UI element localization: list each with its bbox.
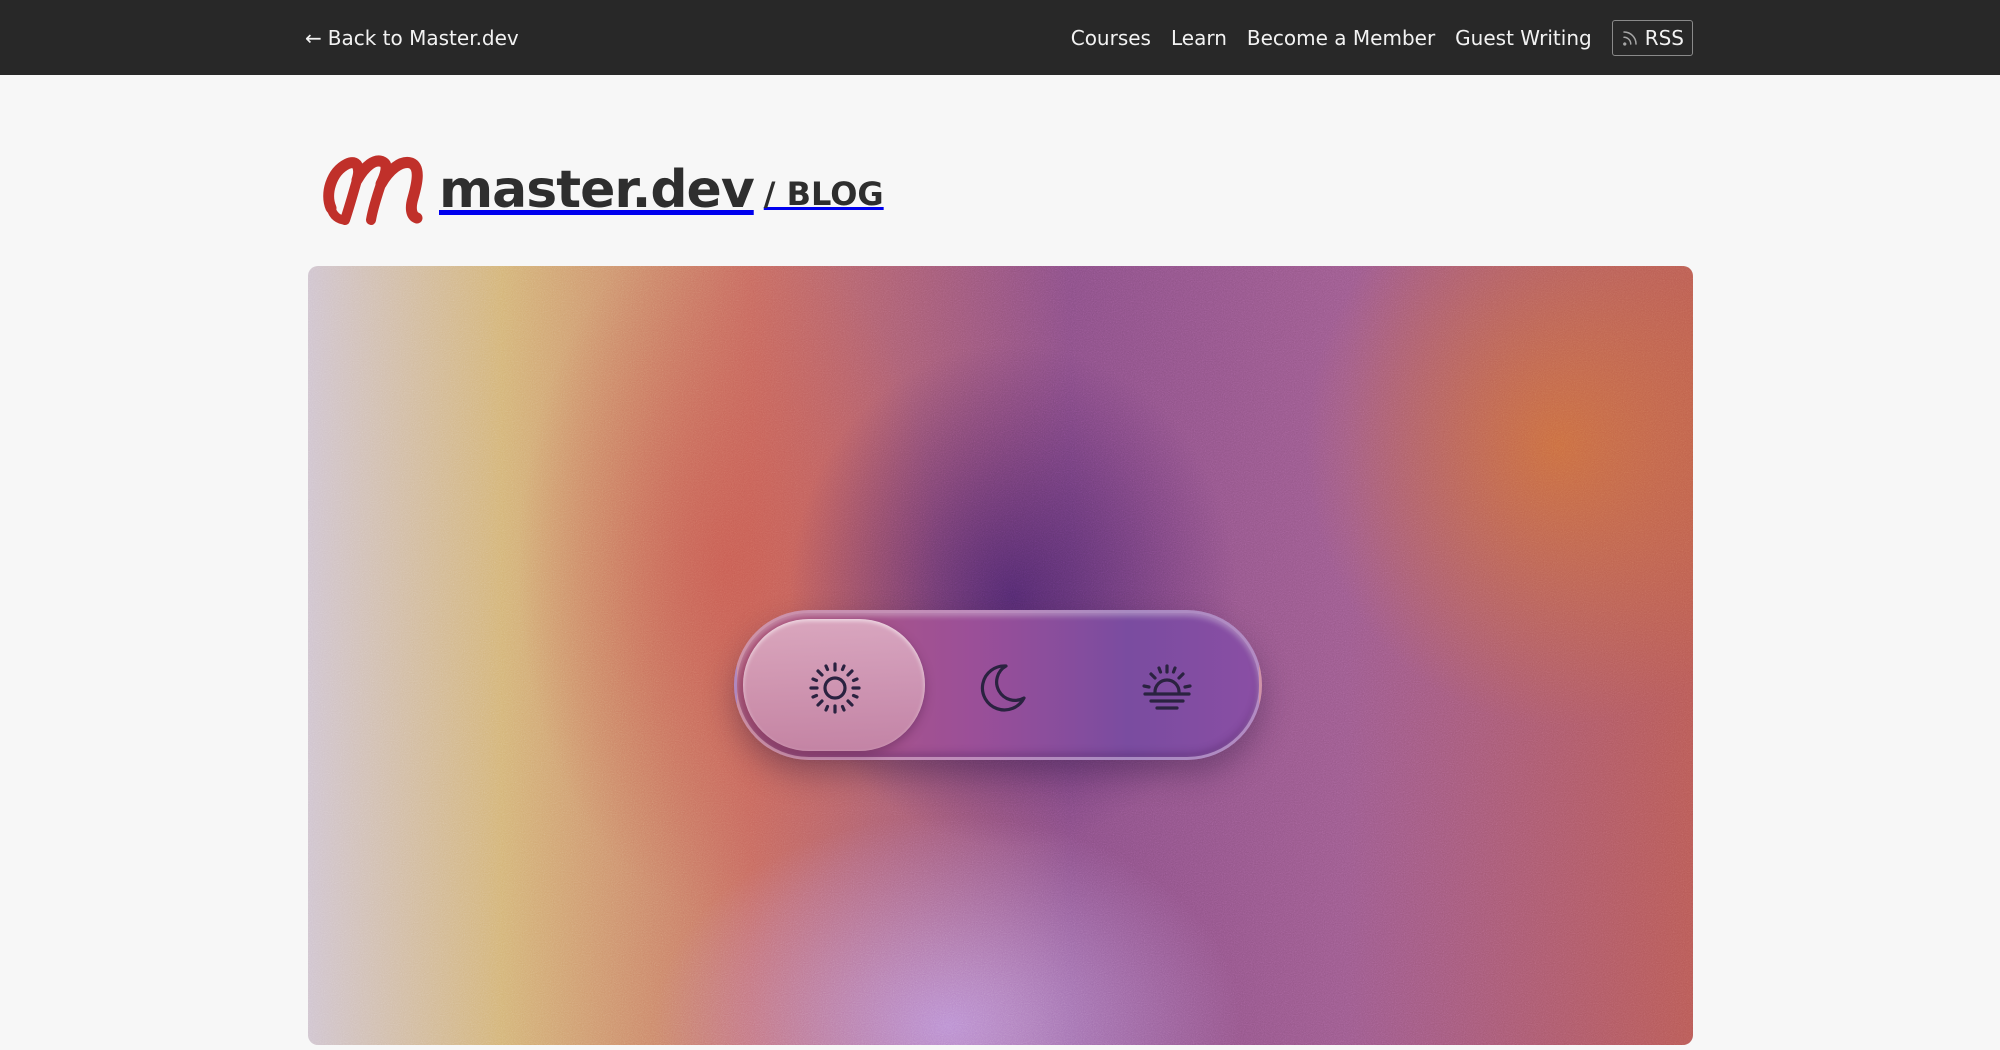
rss-icon (1622, 30, 1637, 46)
nav-courses-link[interactable]: Courses (1071, 26, 1151, 50)
nav-become-member-link[interactable]: Become a Member (1247, 26, 1435, 50)
brand-section: / BLOG (763, 175, 884, 213)
master-dev-logo-icon (323, 155, 423, 225)
back-link-label: Back to Master.dev (327, 25, 519, 50)
top-navigation-bar: ← Back to Master.dev Courses Learn Becom… (0, 0, 2000, 75)
nav-learn-link[interactable]: Learn (1171, 26, 1227, 50)
back-to-master-link[interactable]: ← Back to Master.dev (305, 0, 519, 75)
sun-icon (809, 662, 861, 714)
main-nav: Courses Learn Become a Member Guest Writ… (1071, 0, 1693, 75)
rss-label: RSS (1644, 25, 1684, 50)
auto-theme-option (1087, 613, 1247, 763)
nav-guest-writing-link[interactable]: Guest Writing (1455, 26, 1592, 50)
brand-name: master.dev (439, 160, 755, 220)
light-theme-option (755, 613, 915, 763)
back-arrow-icon: ← (305, 25, 322, 50)
hero-image (308, 266, 1693, 1045)
blog-brand-link[interactable]: master.dev / BLOG (323, 150, 884, 230)
rss-button[interactable]: RSS (1611, 19, 1693, 56)
moon-icon (980, 664, 1026, 712)
sunrise-icon (1142, 664, 1192, 710)
theme-toggle (734, 610, 1262, 760)
dark-theme-option (922, 613, 1082, 763)
